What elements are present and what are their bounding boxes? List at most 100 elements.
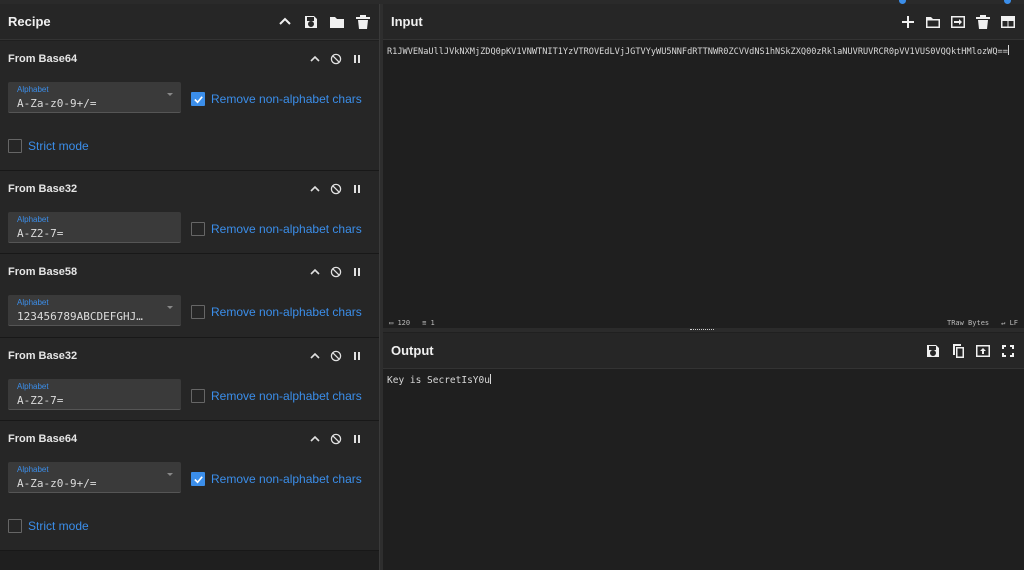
input-title: Input	[391, 14, 423, 29]
clear-input-icon[interactable]	[975, 14, 991, 30]
remove-non-alphabet-checkbox[interactable]: Remove non-alphabet chars	[191, 92, 362, 106]
input-panel: Input R1JWVENaUllJVkNXMjZDQ0pKV1VNWTNIT1…	[383, 4, 1024, 331]
collapse-op-icon[interactable]	[309, 433, 321, 445]
operation-from-base32: From Base32 Alphabet A-Z2-7= Remove non-…	[0, 171, 379, 254]
remove-non-alphabet-checkbox[interactable]: Remove non-alphabet chars	[191, 222, 362, 236]
collapse-op-icon[interactable]	[309, 183, 321, 195]
collapse-op-icon[interactable]	[309, 266, 321, 278]
operation-name: From Base64	[8, 53, 78, 65]
eol-value: LF	[1009, 319, 1018, 327]
pause-op-icon[interactable]	[351, 183, 363, 195]
alphabet-select[interactable]: Alphabet A-Za-z0-9+/=	[8, 462, 181, 493]
pause-op-icon[interactable]	[351, 433, 363, 445]
disable-op-icon[interactable]	[330, 183, 342, 195]
alphabet-select[interactable]: Alphabet A-Za-z0-9+/=	[8, 82, 181, 113]
text-cursor	[489, 374, 491, 384]
add-tab-icon[interactable]	[900, 14, 916, 30]
alphabet-input[interactable]: Alphabet A-Z2-7=	[8, 379, 181, 410]
input-header: Input	[383, 4, 1024, 40]
recipe-panel: Recipe From Base64 Alphabet A-Za-z0-9+/=…	[0, 4, 380, 570]
save-recipe-icon[interactable]	[303, 14, 319, 30]
alphabet-label: Alphabet	[17, 298, 49, 307]
pause-op-icon[interactable]	[351, 350, 363, 362]
alphabet-value: A-Z2-7=	[17, 394, 64, 407]
alphabet-select[interactable]: Alphabet 123456789ABCDEFGHJ…	[8, 295, 181, 326]
disable-op-icon[interactable]	[330, 350, 342, 362]
encoding-value: Raw Bytes	[951, 319, 990, 327]
checkbox-unchecked-icon	[8, 519, 22, 533]
open-folder-icon[interactable]	[925, 14, 941, 30]
remove-non-alphabet-label: Remove non-alphabet chars	[211, 305, 362, 319]
pause-op-icon[interactable]	[351, 53, 363, 65]
alphabet-value: A-Za-z0-9+/=	[17, 477, 97, 490]
remove-non-alphabet-label: Remove non-alphabet chars	[211, 389, 362, 403]
encoding-selector[interactable]: TRaw Bytes	[947, 319, 989, 327]
remove-non-alphabet-checkbox[interactable]: Remove non-alphabet chars	[191, 472, 362, 486]
operation-from-base32: From Base32 Alphabet A-Z2-7= Remove non-…	[0, 338, 379, 421]
eol-selector[interactable]: ↵ LF	[1001, 319, 1018, 327]
alphabet-label: Alphabet	[17, 215, 49, 224]
operation-name: From Base32	[8, 183, 78, 195]
lines-stat: ≡ 1	[422, 319, 435, 327]
text-cursor	[1007, 45, 1009, 55]
alphabet-value: 123456789ABCDEFGHJ…	[17, 310, 143, 323]
copy-output-icon[interactable]	[950, 343, 966, 359]
collapse-op-icon[interactable]	[309, 53, 321, 65]
checkbox-unchecked-icon	[8, 139, 22, 153]
checkbox-unchecked-icon	[191, 389, 205, 403]
lines-value: 1	[430, 319, 435, 327]
maximize-icon[interactable]	[1000, 343, 1016, 359]
alphabet-value: A-Z2-7=	[17, 227, 64, 240]
operation-name: From Base58	[8, 266, 78, 278]
resize-handle-icon	[690, 329, 714, 331]
output-title: Output	[391, 343, 434, 358]
checkbox-unchecked-icon	[191, 222, 205, 236]
checkbox-unchecked-icon	[191, 305, 205, 319]
output-panel: Output Key is SecretIsY0u	[383, 333, 1024, 570]
reset-layout-icon[interactable]	[1000, 14, 1016, 30]
input-text: R1JWVENaUllJVkNXMjZDQ0pKV1VNWTNIT1YzVTRO…	[387, 47, 1008, 57]
pause-op-icon[interactable]	[351, 266, 363, 278]
collapse-all-icon[interactable]	[277, 14, 293, 30]
io-resizer[interactable]	[383, 328, 1024, 332]
open-file-icon[interactable]	[950, 14, 966, 30]
checkbox-checked-icon	[191, 92, 205, 106]
disable-op-icon[interactable]	[330, 433, 342, 445]
length-stat: ▭ 120	[389, 319, 411, 327]
clear-recipe-icon[interactable]	[355, 14, 371, 30]
recipe-header: Recipe	[0, 4, 379, 40]
output-header: Output	[383, 333, 1024, 369]
cyberchef-app: Recipe From Base64 Alphabet A-Za-z0-9+/=…	[0, 0, 1024, 570]
collapse-op-icon[interactable]	[309, 350, 321, 362]
operation-name: From Base32	[8, 350, 78, 362]
remove-non-alphabet-checkbox[interactable]: Remove non-alphabet chars	[191, 389, 362, 403]
alphabet-value: A-Za-z0-9+/=	[17, 97, 97, 110]
output-textarea[interactable]: Key is SecretIsY0u	[387, 373, 491, 389]
strict-mode-label: Strict mode	[28, 139, 89, 153]
chevron-down-icon	[167, 473, 173, 476]
alphabet-input[interactable]: Alphabet A-Z2-7=	[8, 212, 181, 243]
checkbox-checked-icon	[191, 472, 205, 486]
remove-non-alphabet-label: Remove non-alphabet chars	[211, 92, 362, 106]
replace-input-icon[interactable]	[975, 343, 991, 359]
remove-non-alphabet-checkbox[interactable]: Remove non-alphabet chars	[191, 305, 362, 319]
output-text: Key is SecretIsY0u	[387, 375, 490, 386]
operation-from-base64: From Base64 Alphabet A-Za-z0-9+/= Remove…	[0, 421, 379, 551]
disable-op-icon[interactable]	[330, 53, 342, 65]
disable-op-icon[interactable]	[330, 266, 342, 278]
strict-mode-label: Strict mode	[28, 519, 89, 533]
length-value: 120	[397, 319, 411, 327]
recipe-title: Recipe	[8, 14, 51, 29]
chevron-down-icon	[167, 93, 173, 96]
load-recipe-icon[interactable]	[329, 14, 345, 30]
save-output-icon[interactable]	[925, 343, 941, 359]
strict-mode-checkbox[interactable]: Strict mode	[8, 139, 89, 153]
chevron-down-icon	[167, 306, 173, 309]
alphabet-label: Alphabet	[17, 85, 49, 94]
alphabet-label: Alphabet	[17, 382, 49, 391]
strict-mode-checkbox[interactable]: Strict mode	[8, 519, 89, 533]
operation-name: From Base64	[8, 433, 78, 445]
alphabet-label: Alphabet	[17, 465, 49, 474]
input-textarea[interactable]: R1JWVENaUllJVkNXMjZDQ0pKV1VNWTNIT1YzVTRO…	[387, 44, 1021, 60]
remove-non-alphabet-label: Remove non-alphabet chars	[211, 222, 362, 236]
